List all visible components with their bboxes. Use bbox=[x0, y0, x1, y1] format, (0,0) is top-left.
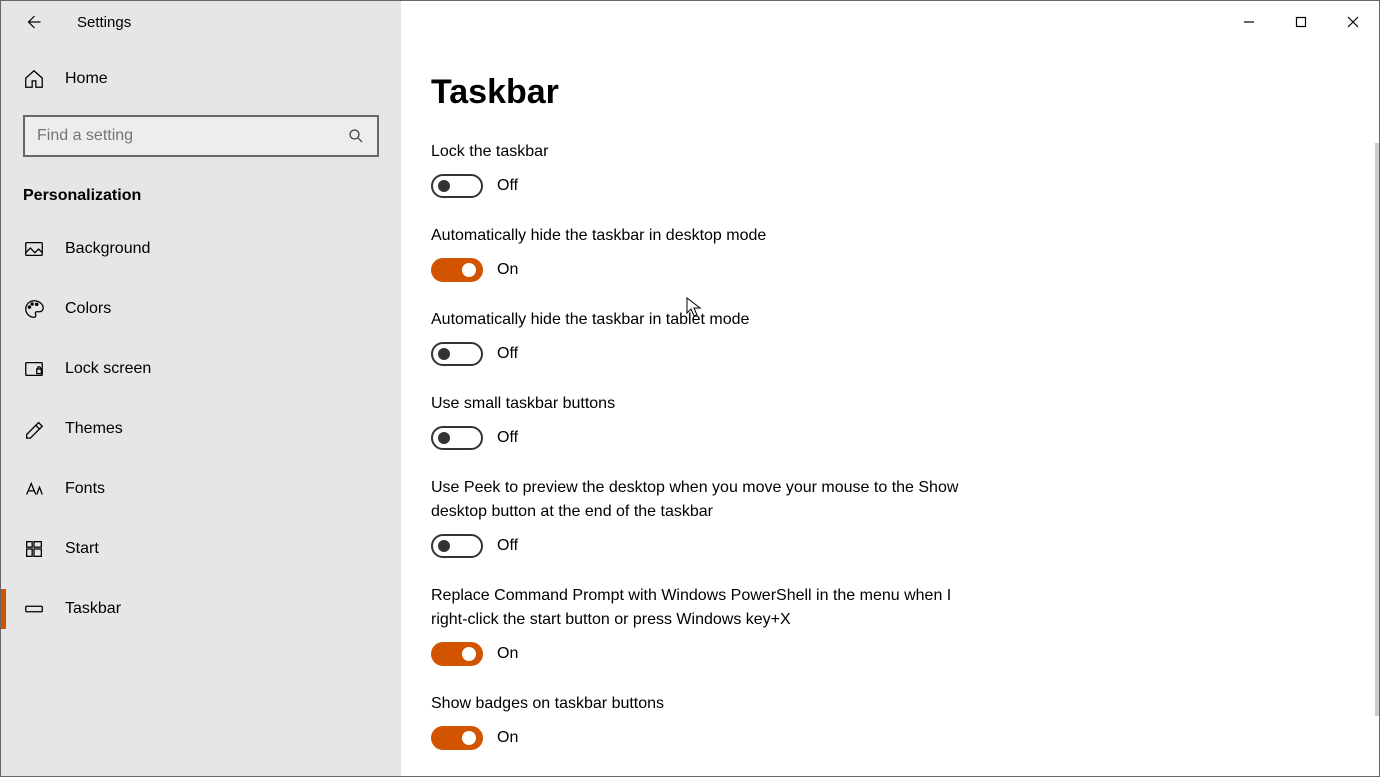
toggle-state-label: Off bbox=[497, 177, 518, 195]
close-button[interactable] bbox=[1327, 1, 1379, 43]
sidebar-item-taskbar[interactable]: Taskbar bbox=[1, 579, 401, 639]
setting-label: Automatically hide the taskbar in deskto… bbox=[431, 224, 991, 248]
taskbar-icon bbox=[23, 598, 45, 620]
sidebar-item-label: Home bbox=[65, 70, 108, 88]
search-icon bbox=[347, 127, 365, 145]
toggle-switch[interactable] bbox=[431, 534, 483, 558]
home-icon bbox=[23, 68, 45, 90]
fonts-icon bbox=[23, 478, 45, 500]
sidebar-category: Personalization bbox=[1, 169, 401, 219]
toggle-switch[interactable] bbox=[431, 258, 483, 282]
search-input[interactable] bbox=[37, 127, 347, 145]
content-area: Taskbar Lock the taskbar Off Automatically… bbox=[401, 43, 1379, 776]
setting-group: Show badges on taskbar buttons On bbox=[431, 692, 991, 750]
toggle-state-label: On bbox=[497, 261, 518, 279]
toggle-state-label: Off bbox=[497, 345, 518, 363]
setting-group: Automatically hide the taskbar in deskto… bbox=[431, 224, 991, 282]
toggle-state-label: On bbox=[497, 645, 518, 663]
sidebar-item-label: Themes bbox=[65, 420, 123, 438]
setting-group: Automatically hide the taskbar in tablet… bbox=[431, 308, 991, 366]
setting-label: Show badges on taskbar buttons bbox=[431, 692, 991, 716]
toggle-state-label: Off bbox=[497, 429, 518, 447]
sidebar-item-label: Fonts bbox=[65, 480, 105, 498]
back-button[interactable] bbox=[23, 12, 43, 32]
setting-label: Automatically hide the taskbar in tablet… bbox=[431, 308, 991, 332]
sidebar-item-colors[interactable]: Colors bbox=[1, 279, 401, 339]
sidebar-item-label: Taskbar bbox=[65, 600, 121, 618]
page-title: Taskbar bbox=[431, 73, 1379, 112]
sidebar-item-themes[interactable]: Themes bbox=[1, 399, 401, 459]
setting-group: Replace Command Prompt with Windows Powe… bbox=[431, 584, 991, 666]
setting-group: Use Peek to preview the desktop when you… bbox=[431, 476, 991, 558]
setting-group: Use small taskbar buttons Off bbox=[431, 392, 991, 450]
image-icon bbox=[23, 238, 45, 260]
minimize-button[interactable] bbox=[1223, 1, 1275, 43]
toggle-switch[interactable] bbox=[431, 426, 483, 450]
setting-label: Use Peek to preview the desktop when you… bbox=[431, 476, 991, 524]
scrollbar[interactable] bbox=[1375, 143, 1379, 716]
toggle-state-label: On bbox=[497, 729, 518, 747]
themes-icon bbox=[23, 418, 45, 440]
lock-screen-icon bbox=[23, 358, 45, 380]
sidebar-item-label: Lock screen bbox=[65, 360, 151, 378]
setting-group: Lock the taskbar Off bbox=[431, 140, 991, 198]
sidebar-item-label: Colors bbox=[65, 300, 111, 318]
sidebar-item-background[interactable]: Background bbox=[1, 219, 401, 279]
sidebar-item-label: Start bbox=[65, 540, 99, 558]
sidebar-item-fonts[interactable]: Fonts bbox=[1, 459, 401, 519]
maximize-button[interactable] bbox=[1275, 1, 1327, 43]
setting-label: Lock the taskbar bbox=[431, 140, 991, 164]
setting-label: Use small taskbar buttons bbox=[431, 392, 991, 416]
start-icon bbox=[23, 538, 45, 560]
toggle-switch[interactable] bbox=[431, 642, 483, 666]
window-title: Settings bbox=[77, 14, 131, 31]
toggle-switch[interactable] bbox=[431, 174, 483, 198]
sidebar-item-home[interactable]: Home bbox=[1, 43, 401, 115]
sidebar-item-lock-screen[interactable]: Lock screen bbox=[1, 339, 401, 399]
search-input-wrap[interactable] bbox=[23, 115, 379, 157]
toggle-state-label: Off bbox=[497, 537, 518, 555]
palette-icon bbox=[23, 298, 45, 320]
sidebar-item-label: Background bbox=[65, 240, 150, 258]
sidebar-item-start[interactable]: Start bbox=[1, 519, 401, 579]
toggle-switch[interactable] bbox=[431, 342, 483, 366]
setting-label: Replace Command Prompt with Windows Powe… bbox=[431, 584, 991, 632]
toggle-switch[interactable] bbox=[431, 726, 483, 750]
